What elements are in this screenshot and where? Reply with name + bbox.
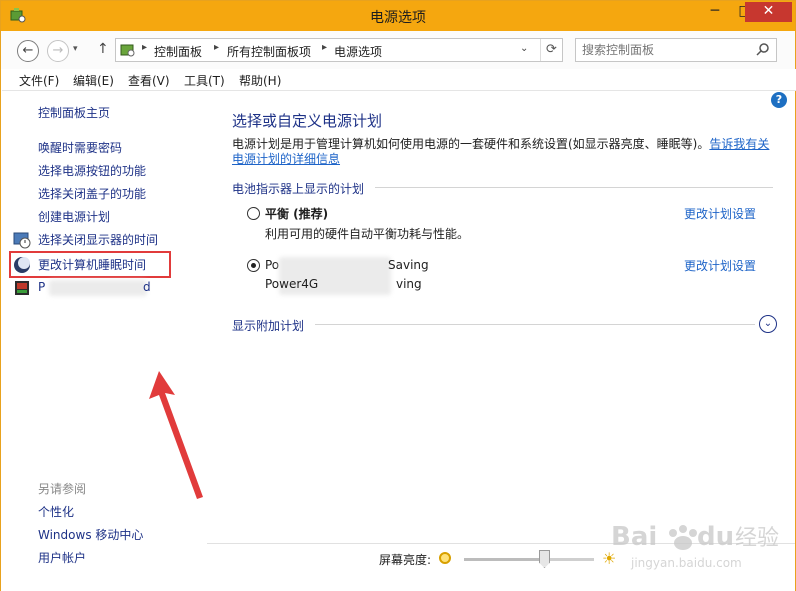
sidebar-home-link[interactable]: 控制面板主页 [38,104,110,121]
highlight-annotation [9,251,171,278]
plan-power-saving-desc-start: Power4G [265,277,319,291]
search-box[interactable] [575,38,777,62]
redacted-text [49,280,147,296]
plan-balanced-radio[interactable] [247,207,260,220]
show-additional-plans[interactable]: 显示附加计划 [232,317,304,334]
address-dropdown-icon[interactable]: ⌄ [520,43,528,54]
baidu-watermark-logo: Bai du 经验 jingyan.baidu.com [611,522,779,570]
menu-view[interactable]: 查看(V) [128,72,170,89]
svg-text:du: du [697,522,734,552]
svg-text:经验: 经验 [735,526,779,551]
page-title: 选择或自定义电源计划 [232,112,383,130]
plan-balanced-description: 利用可用的硬件自动平衡功耗与性能。 [265,227,470,241]
page-description: 电源计划是用于管理计算机如何使用电源的一套硬件和系统设置(如显示器亮度、睡眠等)… [232,137,777,167]
sidebar-item-create-plan[interactable]: 创建电源计划 [38,208,110,225]
menu-bar: 文件(F) 编辑(E) 查看(V) 工具(T) 帮助(H) [2,69,796,91]
control-panel-icon [120,44,135,57]
recent-locations-button[interactable]: ▾ [73,44,78,54]
plan-power-saving-name-start[interactable]: Po [265,258,279,272]
brightness-slider-fill [464,558,545,561]
plan-balanced-name[interactable]: 平衡 (推荐) [265,205,328,222]
plan-power-saving-name-end[interactable]: Saving [388,258,429,272]
title-bar[interactable]: 电源选项 ─ □ ✕ [1,1,795,31]
control-panel-window: 电源选项 ─ □ ✕ ← → ▾ ↑ ▸ 控制面板 ▸ 所有控制面板项 ▸ 电源… [0,0,796,591]
dim-brightness-icon [439,552,451,564]
menu-tools[interactable]: 工具(T) [184,72,225,89]
expand-chevron-icon[interactable]: ⌄ [759,315,777,333]
plan-power-saving-radio[interactable] [247,259,260,272]
sidebar-item-plan-start[interactable]: P [38,280,45,294]
sidebar-item-lid-close[interactable]: 选择关闭盖子的功能 [38,185,146,202]
group-divider [375,187,773,188]
svg-text:Bai: Bai [611,522,657,552]
sidebar-item-power-button[interactable]: 选择电源按钮的功能 [38,162,146,179]
description-text: 电源计划是用于管理计算机如何使用电源的一套硬件和系统设置(如显示器亮度、睡眠等)… [232,137,710,151]
see-also-personalization[interactable]: 个性化 [38,503,74,520]
help-icon[interactable]: ? [771,92,787,108]
display-timer-icon [13,232,31,249]
brightness-label: 屏幕亮度: [379,553,432,567]
breadcrumb-separator-icon: ▸ [214,42,220,53]
see-also-mobility-center[interactable]: Windows 移动中心 [38,526,143,543]
svg-text:jingyan.baidu.com: jingyan.baidu.com [630,556,742,570]
menu-help[interactable]: 帮助(H) [239,72,281,89]
breadcrumb-power-options[interactable]: 电源选项 [334,43,382,60]
address-bar[interactable]: ▸ 控制面板 ▸ 所有控制面板项 ▸ 电源选项 ⌄ ⟳ [115,38,563,62]
breadcrumb-separator-icon: ▸ [322,42,328,53]
back-button[interactable]: ← [17,40,39,62]
sidebar-item-plan-end: d [143,280,151,294]
search-icon[interactable] [756,42,770,56]
navigation-bar: ← → ▾ ↑ ▸ 控制面板 ▸ 所有控制面板项 ▸ 电源选项 ⌄ ⟳ [1,31,795,69]
minimize-button[interactable]: ─ [701,2,729,22]
window-title: 电源选项 [370,10,426,26]
see-also-heading: 另请参阅 [38,482,87,496]
menu-file[interactable]: 文件(F) [19,72,59,89]
plan-power-saving-settings-link[interactable]: 更改计划设置 [684,257,756,274]
power-plan-icon [15,281,29,295]
breadcrumb-all-items[interactable]: 所有控制面板项 [227,43,311,60]
sidebar-item-wake-password[interactable]: 唤醒时需要密码 [38,139,122,156]
plan-balanced-settings-link[interactable]: 更改计划设置 [684,205,756,222]
sidebar-item-display-off[interactable]: 选择关闭显示器的时间 [38,231,158,248]
left-nav-pane: 控制面板主页 唤醒时需要密码 选择电源按钮的功能 选择关闭盖子的功能 创建电源计… [1,91,207,591]
refresh-button[interactable]: ⟳ [540,39,562,61]
group-divider [315,324,755,325]
plan-power-saving-desc-end: ving [396,277,422,291]
up-button[interactable]: ↑ [97,41,109,57]
battery-plans-heading: 电池指示器上显示的计划 [232,182,365,196]
breadcrumb-separator-icon: ▸ [142,42,148,53]
brightness-slider[interactable] [464,550,594,568]
breadcrumb-control-panel[interactable]: 控制面板 [154,43,202,60]
search-input[interactable] [582,42,752,58]
menu-edit[interactable]: 编辑(E) [73,72,114,89]
see-also-user-accounts[interactable]: 用户帐户 [38,549,86,566]
close-button[interactable]: ✕ [745,2,792,22]
forward-button[interactable]: → [47,40,69,62]
